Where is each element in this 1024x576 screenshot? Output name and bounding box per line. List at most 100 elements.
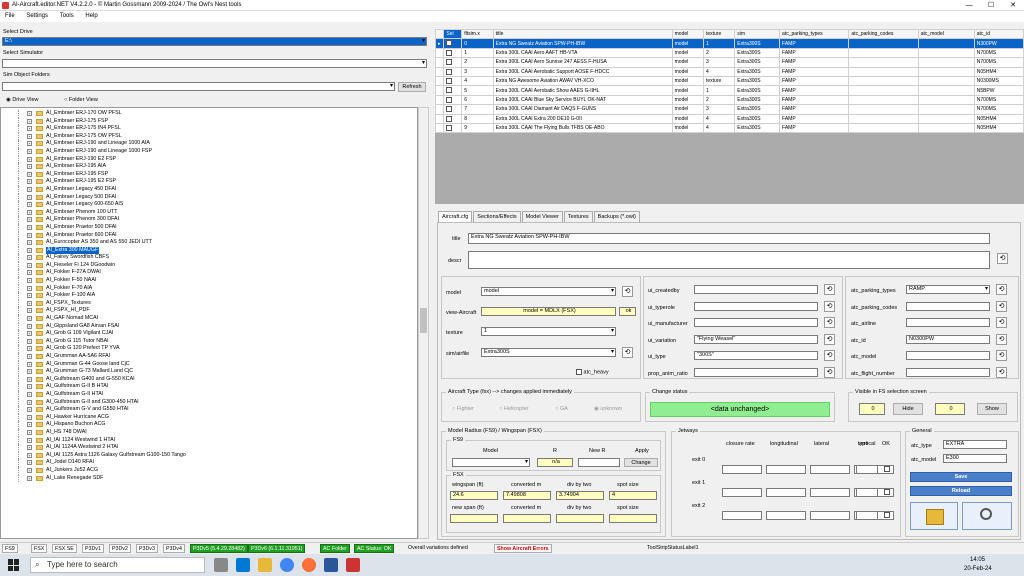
tree-item[interactable]: + AI_Embraer ERJ-175 OW PFSL xyxy=(1,132,417,141)
table-cell[interactable]: model xyxy=(671,122,704,134)
table-cell[interactable]: 8 xyxy=(461,113,494,124)
atc-airline-copy-icon[interactable]: ⟲ xyxy=(996,317,1007,328)
jetway-type-field[interactable] xyxy=(856,465,878,474)
column-header[interactable]: atc_id xyxy=(973,28,1024,40)
table-cell[interactable] xyxy=(917,38,975,49)
expand-icon[interactable]: + xyxy=(27,224,32,230)
table-cell[interactable]: model xyxy=(671,94,704,106)
expand-icon[interactable]: + xyxy=(27,118,32,124)
table-cell[interactable]: FAMP xyxy=(779,85,850,96)
select-checkbox[interactable] xyxy=(443,47,463,59)
tree-item[interactable]: + AI_Extra 300 MAUGF xyxy=(1,246,417,255)
table-cell[interactable]: Extra 300L CAAI Diamant Air DAQS F-GUNS xyxy=(492,104,673,115)
open-folder-button[interactable] xyxy=(910,502,958,530)
table-cell[interactable]: Extra300S xyxy=(734,57,781,68)
table-cell[interactable]: 4 xyxy=(702,113,736,124)
table-cell[interactable]: 5 xyxy=(461,85,494,96)
status-item[interactable]: P3Dv4 xyxy=(163,544,185,553)
expand-icon[interactable]: + xyxy=(27,194,32,200)
search-button[interactable] xyxy=(962,502,1012,530)
maximize-button[interactable]: ☐ xyxy=(980,0,1002,11)
type-fighter-radio[interactable]: ○ Fighter xyxy=(452,406,474,412)
refresh-button[interactable]: Refresh xyxy=(398,82,426,92)
table-cell[interactable]: N700MS xyxy=(973,47,1024,59)
atc-model-field[interactable] xyxy=(906,351,990,360)
tree-item[interactable]: + AI_Embraer Praetor 500 DFAI xyxy=(1,223,417,232)
status-item[interactable]: P3Dv6 (6.1.11.31951) xyxy=(248,544,306,553)
table-row[interactable]: 5 Extra 300L CAAI Aerobatic Show AAES G-I… xyxy=(434,85,1024,96)
column-header[interactable]: model xyxy=(671,28,704,40)
status-item[interactable]: FSX xyxy=(31,544,48,553)
tree-item[interactable]: + AI_Gulfstream G-II B HTAI xyxy=(1,383,417,391)
prop-anim-ratio-copy-icon[interactable]: ⟲ xyxy=(824,366,835,378)
jetway-field[interactable] xyxy=(810,511,850,520)
expand-icon[interactable]: + xyxy=(27,407,32,413)
menu-tools[interactable]: Tools xyxy=(55,11,79,22)
table-cell[interactable]: 3 xyxy=(461,66,494,77)
status-item[interactable]: P3Dv1 xyxy=(82,544,104,553)
table-cell[interactable] xyxy=(917,122,975,134)
table-row[interactable]: 8 Extra 300L CAAI Extra 200 DE10 G-0II mod… xyxy=(434,113,1024,124)
table-cell[interactable]: Extra300S xyxy=(734,75,781,87)
task-view-icon[interactable] xyxy=(214,558,228,572)
jetway-ok-checkbox[interactable] xyxy=(884,512,890,518)
edge-icon[interactable] xyxy=(236,558,250,572)
jetway-type-field[interactable] xyxy=(856,488,878,497)
status-item[interactable]: Show Aircraft Errors xyxy=(494,544,552,553)
table-row[interactable]: 9 Extra 300L CAAI The Flying Bulls TFBS O… xyxy=(434,122,1024,134)
tree-item[interactable]: + AI_FSPX_HI_PDF xyxy=(1,307,417,316)
tree-item[interactable]: + AI_IAI 1125 Astra 1126 Galaxy Gulfstrea… xyxy=(1,451,417,460)
expand-icon[interactable]: + xyxy=(27,148,32,154)
expand-icon[interactable]: + xyxy=(27,179,32,185)
expand-icon[interactable]: + xyxy=(27,467,32,473)
atc-parking-types-field[interactable]: RAMP xyxy=(906,285,990,294)
sim-airfile-select[interactable]: Extra300S xyxy=(481,348,616,357)
expand-icon[interactable]: + xyxy=(27,202,32,208)
radio-drive-view[interactable]: ◉ Drive View xyxy=(6,97,39,103)
table-cell[interactable]: FAMP xyxy=(779,38,850,49)
table-cell[interactable]: FAMP xyxy=(779,94,850,106)
table-cell[interactable]: Extra NG Awesome Aviation AWAV VH-XCO xyxy=(492,75,673,87)
tree-item[interactable]: + AI_Fairey Swordfish CBFS xyxy=(1,254,417,262)
table-row[interactable]: 4 Extra NG Awesome Aviation AWAV VH-XCO mo… xyxy=(434,75,1024,87)
jetway-ok-checkbox[interactable] xyxy=(884,466,890,472)
table-cell[interactable]: 4 xyxy=(702,66,736,77)
table-cell[interactable]: N700MS xyxy=(973,57,1024,68)
expand-icon[interactable]: + xyxy=(27,445,32,451)
view-ok-field[interactable]: ok xyxy=(619,307,636,316)
table-row[interactable]: 2 Extra 300L CAAI Aero Sunrise 247 AESS F… xyxy=(434,57,1024,68)
expand-icon[interactable]: + xyxy=(27,429,32,435)
table-cell[interactable]: 2 xyxy=(461,57,494,68)
expand-icon[interactable]: + xyxy=(27,475,32,481)
edit-descr-icon[interactable]: ⟲ xyxy=(997,253,1008,264)
tree-item[interactable]: + AI_Junkers Ju52 ACG xyxy=(1,466,417,475)
tree-item[interactable]: + AI_Fieseler Fi 124 DGoodwin xyxy=(1,261,417,270)
tree-item[interactable]: + AI_Grob G 120 Prefect TP YVA xyxy=(1,345,417,353)
table-row[interactable]: 3 Extra 300L CAAI Aerobatic Support AOSE … xyxy=(434,66,1024,77)
expand-icon[interactable]: + xyxy=(27,361,32,367)
table-cell[interactable]: Extra300S xyxy=(734,113,781,124)
table-cell[interactable]: texture xyxy=(702,75,736,87)
tree-item[interactable]: + AI_Fokker F-100 AIA xyxy=(1,292,417,300)
table-cell[interactable]: 2 xyxy=(702,47,736,59)
tree-item[interactable]: + AI_Gippsland GA8 Airvan FSAI xyxy=(1,322,417,331)
expand-icon[interactable]: + xyxy=(27,376,32,382)
expand-icon[interactable]: + xyxy=(27,391,32,397)
table-cell[interactable]: model xyxy=(671,66,704,77)
table-cell[interactable] xyxy=(917,57,975,68)
expand-icon[interactable]: + xyxy=(27,437,32,443)
descr-field[interactable] xyxy=(468,251,990,269)
table-cell[interactable]: Extra300S xyxy=(734,104,781,115)
expand-icon[interactable]: + xyxy=(27,346,32,352)
expand-icon[interactable]: + xyxy=(27,186,32,192)
title-field[interactable]: Extra NG Sweatz Aviation SPW-PH-IBW xyxy=(468,233,990,244)
tree-item[interactable]: + AI_GAF Nomad MCAI xyxy=(1,315,417,323)
atc-model-field[interactable]: E300 xyxy=(943,454,1007,463)
table-cell[interactable]: Extra 300L CAAI Aerobatic Show AAES G-II… xyxy=(492,85,673,96)
expand-icon[interactable]: + xyxy=(27,308,32,314)
table-cell[interactable]: Extra 300L CAAI Extra 200 DE10 G-0II xyxy=(492,113,673,124)
column-header[interactable]: texture xyxy=(702,28,736,40)
table-cell[interactable]: N300PW xyxy=(973,38,1024,49)
select-checkbox[interactable] xyxy=(443,57,463,68)
radio-folder-view[interactable]: ○ Folder View xyxy=(64,97,98,103)
